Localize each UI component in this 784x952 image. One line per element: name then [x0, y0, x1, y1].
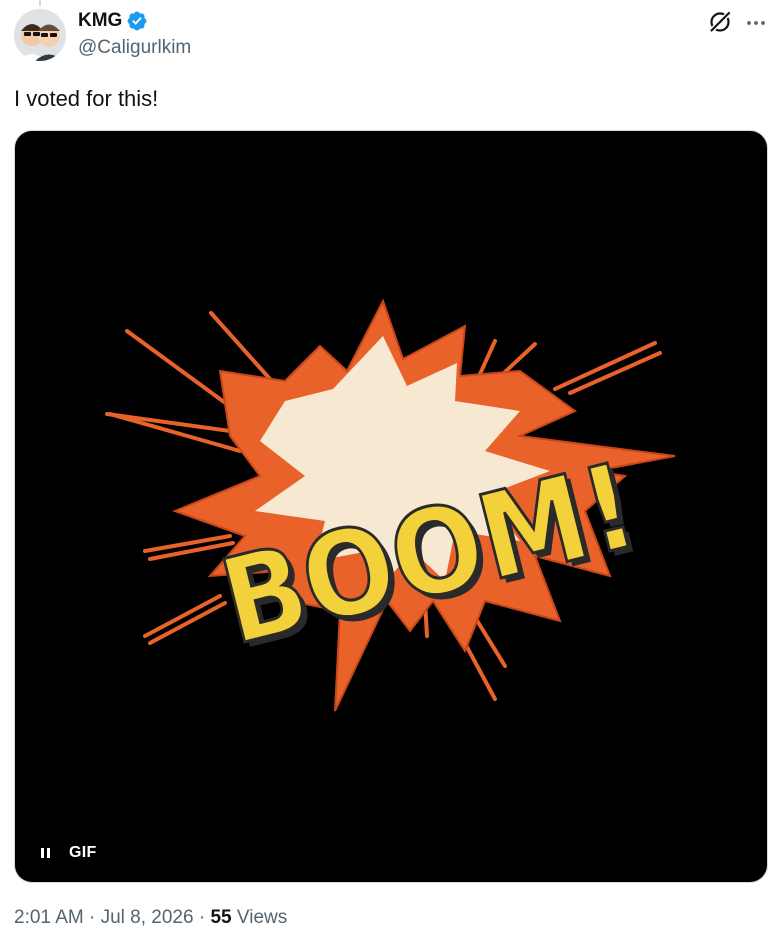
- avatar[interactable]: [14, 9, 66, 61]
- gif-controls: GIF: [39, 844, 97, 862]
- verified-badge-icon: [127, 11, 147, 31]
- meta-separator: ·: [193, 907, 211, 928]
- boom-explosion-image: BOOM! BOOM!: [105, 298, 676, 712]
- tweet-text: I voted for this!: [14, 86, 159, 111]
- meta-separator: ·: [83, 907, 101, 928]
- thread-connector-line: [39, 0, 41, 6]
- gif-media[interactable]: BOOM! BOOM! GIF: [14, 130, 768, 883]
- tweet-metadata: 2:01 AM · Jul 8, 2026 · 55 Views: [14, 906, 287, 930]
- author-name-row: KMG: [78, 10, 148, 32]
- more-options-icon[interactable]: [745, 12, 767, 34]
- tweet-date[interactable]: Jul 8, 2026: [101, 906, 194, 930]
- author-display-name[interactable]: KMG: [78, 10, 122, 32]
- gif-badge: GIF: [69, 844, 97, 861]
- views-count[interactable]: 55: [210, 906, 231, 930]
- tweet-card: KMG @Caligurlkim I voted for this! BOOM!…: [0, 0, 784, 952]
- grok-icon[interactable]: [707, 9, 733, 35]
- author-handle[interactable]: @Caligurlkim: [78, 37, 191, 59]
- pause-icon[interactable]: [39, 846, 51, 860]
- tweet-time[interactable]: 2:01 AM: [14, 906, 84, 930]
- views-label[interactable]: Views: [237, 906, 287, 930]
